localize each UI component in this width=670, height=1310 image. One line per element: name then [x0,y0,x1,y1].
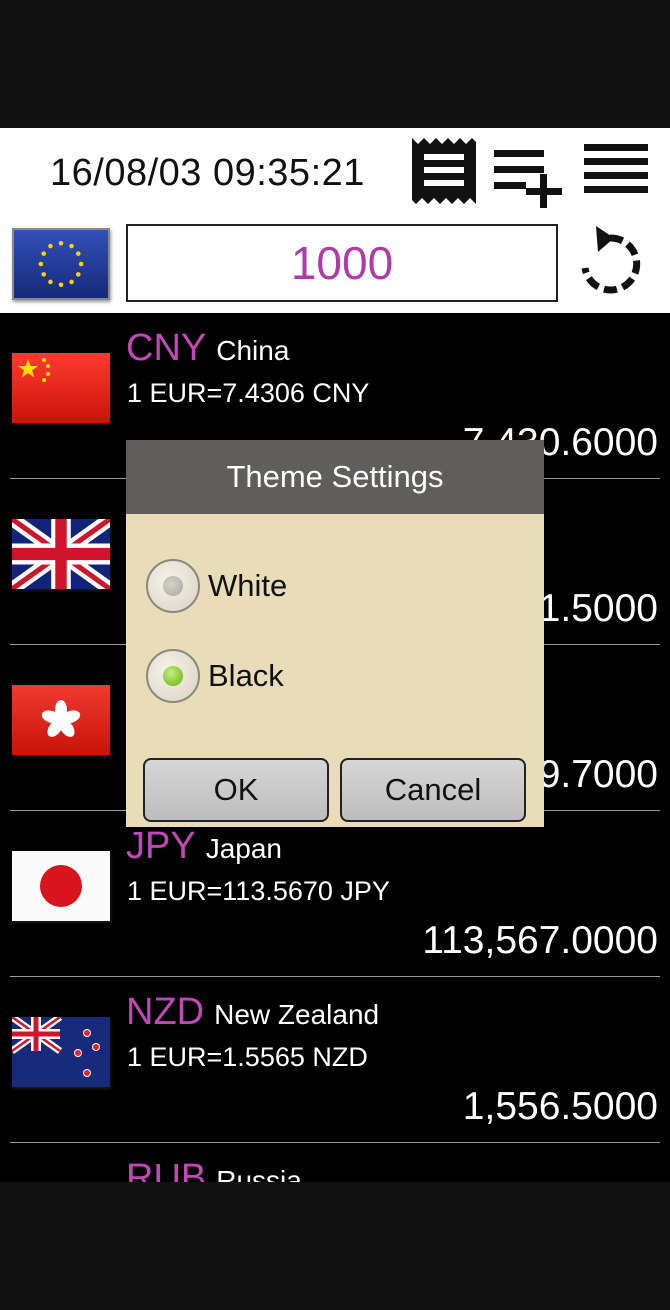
theme-option-black[interactable]: Black [146,646,284,706]
status-bar [0,0,670,128]
gb-flag-icon [12,519,110,589]
playlist-add-icon[interactable] [492,136,568,208]
radio-on-indicator [163,666,183,686]
app-header: 16/08/03 09:35:21 1000 [0,128,670,313]
amount-value: 1000 [290,237,394,289]
amount-input[interactable]: 1000 [126,224,558,302]
eu-flag-icon[interactable] [12,228,110,300]
navigation-bar [0,1182,670,1310]
currency-code: CNY China [126,327,290,369]
converted-amount: 1,556.5000 [462,1085,658,1128]
converted-amount: 9.7000 [538,753,658,796]
theme-option-white[interactable]: White [146,556,287,616]
radio-button[interactable] [146,559,200,613]
currency-row-nzd[interactable]: NZD New Zealand 1 EUR=1.5565 NZD 1,556.50… [0,977,670,1143]
theme-settings-dialog: Theme Settings White Black OK Cancel [126,440,544,827]
country-name: New Zealand [214,999,380,1030]
refresh-icon[interactable] [572,224,648,304]
cn-flag-icon [12,353,110,423]
currency-code: JPY Japan [126,825,282,867]
radio-off-indicator [163,576,183,596]
country-name: Japan [205,833,282,864]
currency-code: NZD New Zealand [126,991,380,1033]
converted-amount: 1.5000 [538,587,658,630]
exchange-rate: 1 EUR=113.5670 JPY [127,876,390,906]
currency-row-jpy[interactable]: JPY Japan 1 EUR=113.5670 JPY 113,567.0000 [0,811,670,977]
datetime-label: 16/08/03 09:35:21 [50,152,365,194]
option-label: White [208,568,288,603]
jp-flag-icon [12,851,110,921]
option-label: Black [208,658,284,693]
receipt-icon[interactable] [410,136,478,208]
cancel-button[interactable]: Cancel [340,758,526,822]
currency-code: RUB Russia [126,1157,302,1182]
country-name: China [216,335,290,366]
country-name: Russia [216,1165,302,1182]
currency-row-rub[interactable]: RUB Russia [0,1143,670,1182]
radio-button[interactable] [146,649,200,703]
converted-amount: 113,567.0000 [422,919,658,962]
exchange-rate: 1 EUR=1.5565 NZD [127,1042,368,1072]
hk-flag-icon [12,685,110,755]
nz-flag-icon [12,1017,110,1087]
exchange-rate: 1 EUR=7.4306 CNY [127,378,370,408]
menu-icon[interactable] [582,136,652,208]
dialog-title: Theme Settings [126,440,544,514]
ok-button[interactable]: OK [143,758,329,822]
